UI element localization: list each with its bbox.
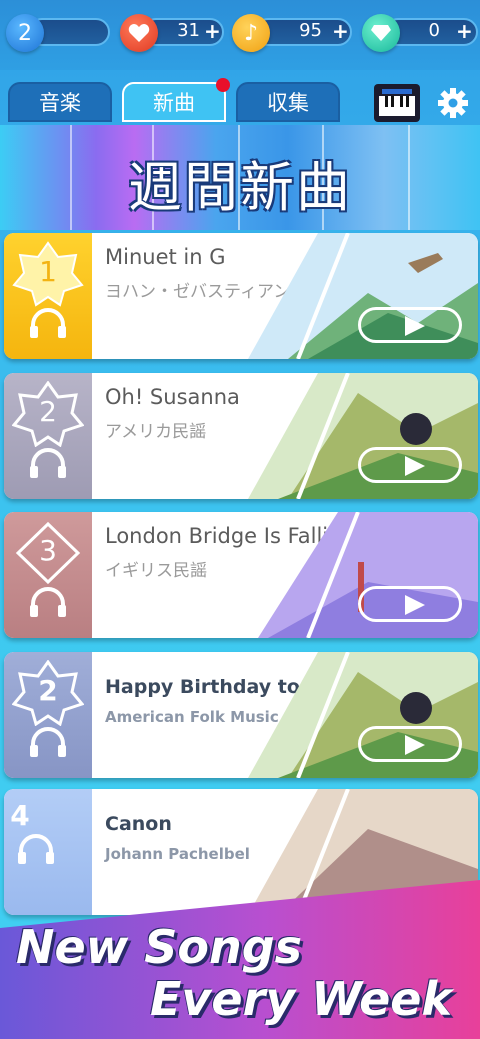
rank-badge: 2 <box>4 652 92 778</box>
promo-line-1: New Songs <box>16 920 302 974</box>
promo-line-2: Every Week <box>150 972 453 1026</box>
add-lives-button[interactable]: + <box>204 19 221 43</box>
notes-value: 95 <box>299 20 322 41</box>
play-icon <box>405 456 425 476</box>
rank-number: 1 <box>39 255 57 288</box>
play-icon <box>405 595 425 615</box>
play-button[interactable] <box>358 447 462 483</box>
song-artist: イギリス民謡 <box>105 561 207 581</box>
lives-value: 31 <box>177 20 200 41</box>
tab-music-label: 音楽 <box>39 91 81 115</box>
lives-counter[interactable]: 31 + <box>120 14 224 52</box>
headphones-icon[interactable] <box>16 833 56 865</box>
song-card[interactable]: 1 Minuet in G ヨハン・ゼバスティアン・バッハ <box>4 233 478 359</box>
music-note-icon: ♪ <box>232 14 270 52</box>
weekly-banner: 週間新曲 <box>0 125 480 230</box>
tab-bar: 音楽 新曲 収集 <box>0 78 480 124</box>
play-icon <box>405 316 425 336</box>
headphones-icon[interactable] <box>28 447 68 479</box>
rank-badge: 1 <box>4 233 92 359</box>
gems-value: 0 <box>428 20 440 41</box>
promo-banner: New Songs Every Week <box>0 880 480 1039</box>
rank-number: 3 <box>39 534 57 567</box>
rank-badge: 2 <box>4 373 92 499</box>
level-indicator[interactable]: 2 <box>6 14 110 52</box>
rank-badge: 3 <box>4 512 92 638</box>
gems-counter[interactable]: 0 + <box>362 14 478 52</box>
piano-icon[interactable] <box>374 84 420 122</box>
tab-collection-label: 収集 <box>267 91 309 115</box>
song-card[interactable]: 3 London Bridge Is Falling Down イギリス民謡 <box>4 512 478 638</box>
song-title: Oh! Susanna <box>105 385 240 409</box>
tab-collection[interactable]: 収集 <box>236 82 340 122</box>
tab-new-songs-label: 新曲 <box>153 91 195 115</box>
song-title: Canon <box>105 813 172 835</box>
play-icon <box>405 735 425 755</box>
top-status-bar: 2 31 + ♪ 95 + 0 + <box>0 0 480 70</box>
banner-title: 週間新曲 <box>128 156 352 219</box>
notification-dot <box>216 78 230 92</box>
headphones-icon[interactable] <box>28 307 68 339</box>
play-button[interactable] <box>358 586 462 622</box>
tab-new-songs[interactable]: 新曲 <box>122 78 230 122</box>
song-card[interactable]: 2 Oh! Susanna アメリカ民謡 <box>4 373 478 499</box>
heart-icon <box>120 14 158 52</box>
gear-icon[interactable] <box>436 86 470 120</box>
headphones-icon[interactable] <box>28 586 68 618</box>
add-notes-button[interactable]: + <box>332 19 349 43</box>
level-value: 2 <box>18 20 32 46</box>
rank-number: 2 <box>39 395 57 428</box>
rank-number: 2 <box>38 674 58 707</box>
song-title: Minuet in G <box>105 245 226 269</box>
add-gems-button[interactable]: + <box>456 19 473 43</box>
song-artist: アメリカ民謡 <box>105 422 207 442</box>
play-button[interactable] <box>358 307 462 343</box>
tab-music[interactable]: 音楽 <box>8 82 112 122</box>
song-card[interactable]: 2 Happy Birthday to You American Folk Mu… <box>4 652 478 778</box>
play-button[interactable] <box>358 726 462 762</box>
headphones-icon[interactable] <box>28 726 68 758</box>
song-artist: Johann Pachelbel <box>105 845 250 863</box>
diamond-icon <box>362 14 400 52</box>
rank-number: 4 <box>10 799 30 832</box>
notes-counter[interactable]: ♪ 95 + <box>232 14 352 52</box>
level-badge-icon: 2 <box>6 14 44 52</box>
